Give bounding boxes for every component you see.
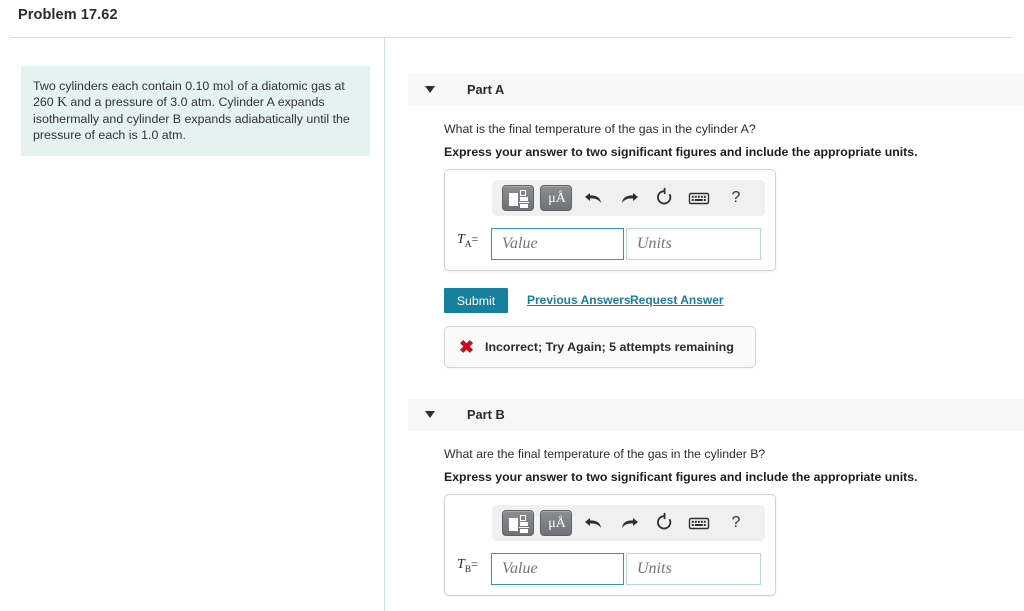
part-a-submit-button[interactable]: Submit [444, 288, 508, 313]
part-b-symbol: T [457, 557, 465, 572]
part-a-request-answer-link[interactable]: Request Answer [630, 293, 724, 307]
help-icon[interactable]: ? [724, 186, 748, 210]
part-b-equals: = [471, 557, 478, 571]
part-b-header[interactable]: Part B [408, 399, 1024, 431]
units-button[interactable]: μÅ [540, 510, 572, 536]
part-a-equals: = [471, 232, 479, 246]
part-b-question: What are the final temperature of the ga… [444, 447, 766, 461]
part-a-feedback-text: Incorrect; Try Again; 5 attempts remaini… [485, 340, 734, 354]
part-a-toolbar: μÅ ? [492, 180, 765, 216]
problem-statement-box: Two cylinders each contain 0.10 mol of a… [21, 66, 370, 156]
body-wrapper: Two cylinders each contain 0.10 mol of a… [0, 38, 1024, 611]
units-button[interactable]: μÅ [540, 185, 572, 211]
left-column: Two cylinders each contain 0.10 mol of a… [0, 38, 384, 611]
reset-icon[interactable] [652, 186, 676, 210]
part-b-label: Part B [467, 407, 505, 422]
part-a-instruction: Express your answer to two significant f… [444, 145, 918, 159]
math-template-button[interactable] [502, 510, 534, 536]
part-a-value-input[interactable] [491, 228, 624, 260]
undo-icon[interactable] [582, 186, 606, 210]
problem-math-mol: mol [212, 78, 234, 93]
part-a-previous-answers-link[interactable]: Previous Answers [527, 293, 631, 307]
part-a-answer-box: μÅ ? TA= Value Units [444, 169, 776, 271]
part-b-units-input[interactable] [626, 553, 761, 585]
problem-statement-text: Two cylinders each contain 0.10 mol of a… [33, 78, 356, 144]
top-header: Problem 17.62 [0, 0, 1024, 38]
right-column: Part A What is the final temperature of … [385, 38, 1024, 611]
math-template-icon [509, 190, 529, 208]
math-template-button[interactable] [502, 185, 534, 211]
redo-icon[interactable] [617, 511, 641, 535]
chevron-down-icon[interactable] [425, 411, 435, 418]
keyboard-icon[interactable] [687, 511, 711, 535]
micro-angstrom-icon: μÅ [548, 516, 566, 531]
part-b-toolbar: μÅ ? [492, 505, 765, 541]
keyboard-icon[interactable] [687, 186, 711, 210]
part-b-value-input[interactable] [491, 553, 624, 585]
page-root: Problem 17.62 Two cylinders each contain… [0, 0, 1024, 611]
problem-text-segment-3: and a pressure of 3.0 atm. Cylinder A ex… [33, 95, 350, 143]
problem-text-segment-1: Two cylinders each contain 0.10 [33, 79, 213, 93]
part-a-field-label: TA= [457, 232, 478, 250]
part-a-question: What is the final temperature of the gas… [444, 122, 756, 136]
part-a-subscript: A [464, 239, 472, 250]
reset-icon[interactable] [652, 511, 676, 535]
micro-angstrom-icon: μÅ [548, 191, 566, 206]
chevron-down-icon[interactable] [425, 86, 435, 93]
problem-math-kelvin: K [57, 94, 67, 110]
part-b-instruction: Express your answer to two significant f… [444, 470, 918, 484]
redo-icon[interactable] [617, 186, 641, 210]
help-icon[interactable]: ? [724, 511, 748, 535]
undo-icon[interactable] [582, 511, 606, 535]
math-template-icon [509, 515, 529, 533]
part-b-field-label: TB= [457, 557, 478, 575]
part-a-label: Part A [467, 82, 505, 97]
part-a-symbol: T [457, 232, 465, 247]
part-b-answer-box: μÅ ? TB= Value Units [444, 494, 776, 596]
part-a-feedback: ✖ Incorrect; Try Again; 5 attempts remai… [444, 326, 756, 368]
page-title: Problem 17.62 [18, 7, 118, 23]
part-a-units-input[interactable] [626, 228, 761, 260]
part-a-header[interactable]: Part A [408, 74, 1024, 106]
error-x-icon: ✖ [459, 337, 475, 357]
